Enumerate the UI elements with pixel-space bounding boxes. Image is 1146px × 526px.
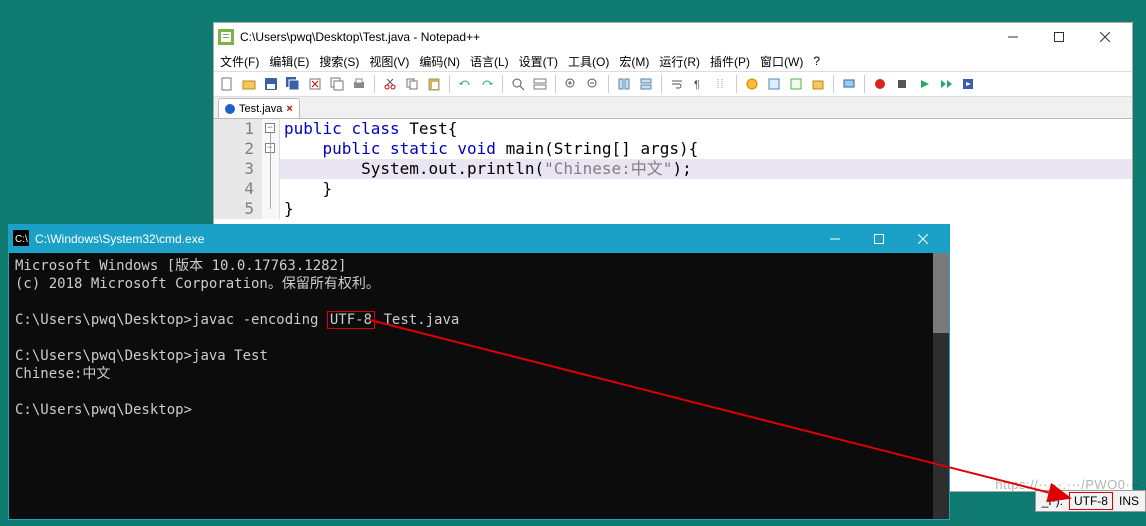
cut-icon[interactable] (381, 75, 399, 93)
notepadpp-app-icon (218, 29, 234, 45)
indent-guide-icon[interactable] (712, 75, 730, 93)
cmd-line (15, 329, 945, 347)
utf8-highlight-box: UTF-8 (327, 311, 375, 329)
file-tab-label: Test.java (239, 103, 282, 115)
show-all-chars-icon[interactable]: ¶ (690, 75, 708, 93)
find-icon[interactable] (509, 75, 527, 93)
cmd-app-icon: C:\ (13, 230, 29, 249)
undo-icon[interactable] (456, 75, 474, 93)
close-button[interactable] (1082, 23, 1128, 51)
sync-v-icon[interactable] (615, 75, 633, 93)
wrap-icon[interactable] (668, 75, 686, 93)
cmd-window: C:\ C:\Windows\System32\cmd.exe Microsof… (8, 224, 950, 520)
doc-map-icon[interactable] (765, 75, 783, 93)
print-icon[interactable] (350, 75, 368, 93)
status-insert-mode: INS (1119, 494, 1139, 508)
cmd-title-text: C:\Windows\System32\cmd.exe (35, 232, 807, 246)
menu-tools[interactable]: 工具(O) (568, 53, 609, 70)
maximize-button[interactable] (1036, 23, 1082, 51)
scroll-thumb[interactable] (933, 253, 949, 333)
window-controls (813, 225, 945, 253)
sync-h-icon[interactable] (637, 75, 655, 93)
notepadpp-toolbar: ¶ (214, 71, 1132, 97)
menu-settings[interactable]: 设置(T) (519, 53, 558, 70)
watermark-text: https://·····.···/PWO0··· (995, 477, 1140, 492)
folder-panel-icon[interactable] (809, 75, 827, 93)
cmd-output[interactable]: Microsoft Windows [版本 10.0.17763.1282] (… (9, 253, 949, 519)
cmd-line (15, 383, 945, 401)
play-macro-icon[interactable] (915, 75, 933, 93)
line-number-gutter: 1 2 3 4 5 (214, 119, 262, 219)
status-left: _F): (1042, 494, 1063, 508)
monitor-icon[interactable] (840, 75, 858, 93)
cmd-line: C:\Users\pwq\Desktop> (15, 401, 945, 419)
menu-file[interactable]: 文件(F) (220, 53, 259, 70)
maximize-button[interactable] (857, 225, 901, 253)
menu-encoding[interactable]: 编码(N) (419, 53, 460, 70)
new-file-icon[interactable] (218, 75, 236, 93)
menu-edit[interactable]: 编辑(E) (269, 53, 309, 70)
editor-area[interactable]: 1 2 3 4 5 − − public class Test{ public … (214, 119, 1132, 219)
tab-close-icon[interactable]: × (286, 103, 292, 115)
paste-icon[interactable] (425, 75, 443, 93)
cmd-line: Microsoft Windows [版本 10.0.17763.1282] (15, 257, 945, 275)
save-macro-icon[interactable] (959, 75, 977, 93)
close-button[interactable] (901, 225, 945, 253)
fold-toggle-icon[interactable]: − (265, 123, 275, 133)
zoom-out-icon[interactable] (584, 75, 602, 93)
menu-help[interactable]: ? (813, 54, 820, 68)
cmd-titlebar[interactable]: C:\ C:\Windows\System32\cmd.exe (9, 225, 949, 253)
minimize-button[interactable] (813, 225, 857, 253)
menu-view[interactable]: 视图(V) (369, 53, 409, 70)
cmd-line: C:\Users\pwq\Desktop>javac -encoding UTF… (15, 311, 945, 329)
window-controls (990, 23, 1128, 51)
file-dirty-icon (225, 104, 235, 114)
menu-language[interactable]: 语言(L) (470, 53, 509, 70)
close-all-icon[interactable] (328, 75, 346, 93)
menu-run[interactable]: 运行(R) (659, 53, 700, 70)
save-all-icon[interactable] (284, 75, 302, 93)
cmd-line: C:\Users\pwq\Desktop>java Test (15, 347, 945, 365)
notepadpp-menubar: 文件(F) 编辑(E) 搜索(S) 视图(V) 编码(N) 语言(L) 设置(T… (214, 51, 1132, 71)
close-file-icon[interactable] (306, 75, 324, 93)
cmd-line: (c) 2018 Microsoft Corporation。保留所有权利。 (15, 275, 945, 293)
menu-macro[interactable]: 宏(M) (619, 53, 649, 70)
play-multi-icon[interactable] (937, 75, 955, 93)
replace-icon[interactable] (531, 75, 549, 93)
status-encoding: UTF-8 (1069, 492, 1113, 510)
lang-icon[interactable] (743, 75, 761, 93)
zoom-in-icon[interactable] (562, 75, 580, 93)
menu-window[interactable]: 窗口(W) (760, 53, 803, 70)
open-file-icon[interactable] (240, 75, 258, 93)
func-list-icon[interactable] (787, 75, 805, 93)
cmd-line: Chinese:中文 (15, 365, 945, 383)
scrollbar[interactable] (933, 253, 949, 519)
redo-icon[interactable] (478, 75, 496, 93)
svg-text:¶: ¶ (694, 79, 700, 91)
fold-column[interactable]: − − (262, 119, 280, 219)
notepadpp-title-text: C:\Users\pwq\Desktop\Test.java - Notepad… (240, 30, 984, 44)
copy-icon[interactable] (403, 75, 421, 93)
cmd-line (15, 293, 945, 311)
record-macro-icon[interactable] (871, 75, 889, 93)
menu-search[interactable]: 搜索(S) (319, 53, 359, 70)
notepadpp-titlebar[interactable]: C:\Users\pwq\Desktop\Test.java - Notepad… (214, 23, 1132, 51)
save-icon[interactable] (262, 75, 280, 93)
menu-plugins[interactable]: 插件(P) (710, 53, 750, 70)
minimize-button[interactable] (990, 23, 1036, 51)
svg-text:C:\: C:\ (15, 234, 28, 245)
stop-macro-icon[interactable] (893, 75, 911, 93)
code-text[interactable]: public class Test{ public static void ma… (280, 119, 1132, 219)
file-tab[interactable]: Test.java × (218, 98, 300, 118)
tab-bar: Test.java × (214, 97, 1132, 119)
statusbar-fragment: _F): UTF-8 INS (1035, 490, 1146, 512)
